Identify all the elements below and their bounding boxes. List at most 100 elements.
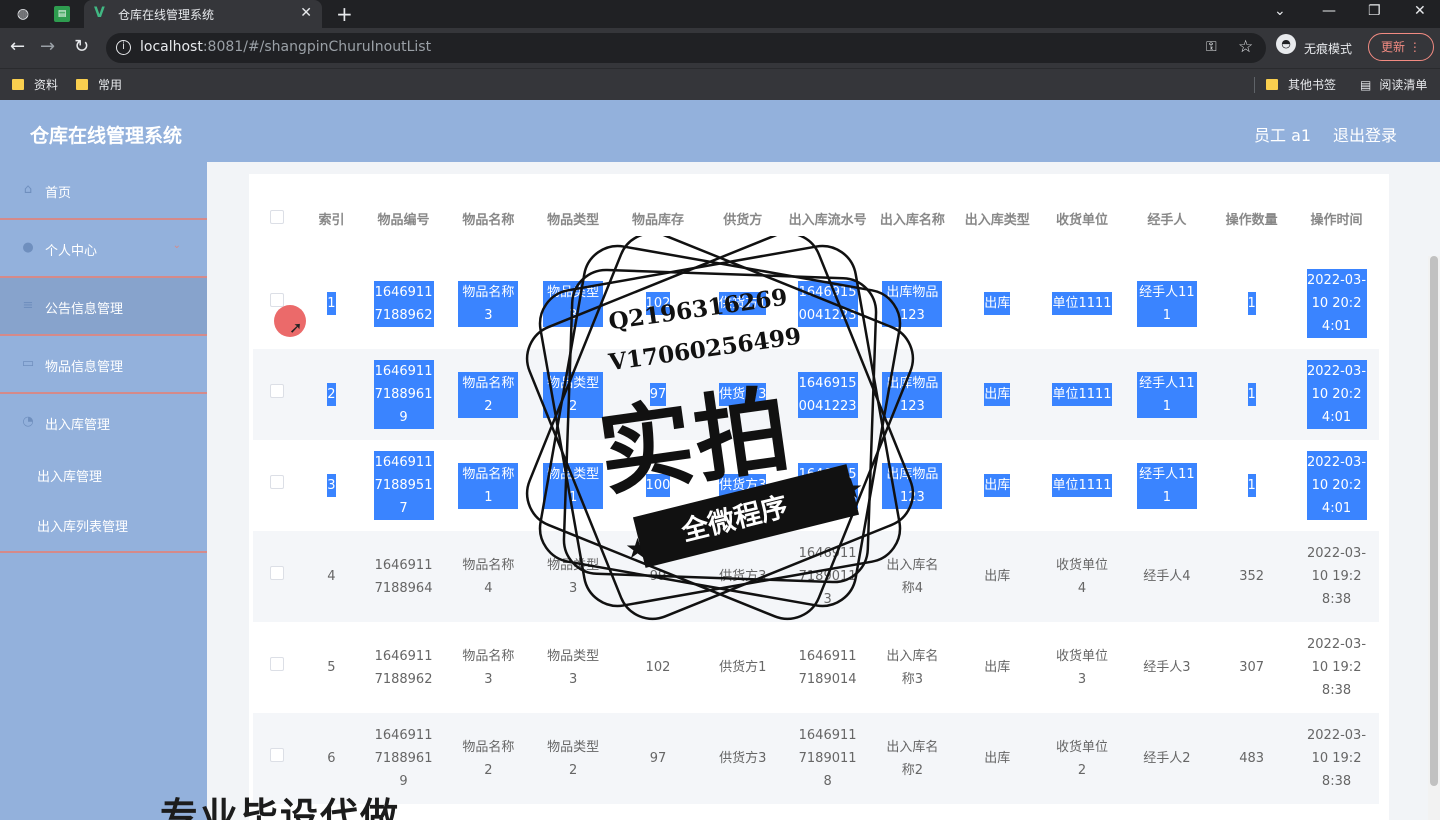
column-header[interactable]: 收货单位 bbox=[1040, 184, 1125, 258]
table-cell: 出库 bbox=[954, 622, 1040, 713]
select-all-checkbox[interactable] bbox=[270, 210, 285, 224]
update-button[interactable]: 更新 ⋮ bbox=[1368, 33, 1434, 61]
table-cell: 97 bbox=[615, 713, 701, 804]
current-user[interactable]: 员工 a1 bbox=[1254, 122, 1311, 146]
url-host: localhost bbox=[140, 39, 203, 55]
tab-title: 仓库在线管理系统 bbox=[118, 8, 215, 22]
cell-text: 1 bbox=[1247, 292, 1256, 315]
table-cell: 物品名称3 bbox=[445, 258, 531, 349]
table-cell: 收货单位2 bbox=[1039, 713, 1125, 804]
app-title: 仓库在线管理系统 bbox=[30, 125, 183, 147]
table-cell: 出入库名称3 bbox=[870, 622, 955, 713]
cell-text: 352 bbox=[1239, 569, 1265, 584]
sidebar-item-goods[interactable]: ▭ 物品信息管理 bbox=[0, 336, 207, 394]
sidebar-item-notice[interactable]: ≡ 公告信息管理 bbox=[0, 278, 207, 336]
table-cell: 出库 bbox=[954, 531, 1040, 622]
cell-text: 307 bbox=[1239, 660, 1265, 675]
url-path: :8081/#/shangpinChuruInoutList bbox=[202, 39, 432, 55]
sidebar-subitem-inout-manage[interactable]: 出入库管理 bbox=[0, 450, 207, 500]
table-cell: 2022-03-10 19:28:38 bbox=[1294, 713, 1379, 804]
column-header[interactable]: 经手人 bbox=[1124, 184, 1209, 258]
reading-list[interactable]: ▤ 阅读清单 bbox=[1360, 76, 1427, 93]
close-tab-icon[interactable]: ✕ bbox=[300, 5, 312, 21]
cell-text: 单位1111 bbox=[1052, 474, 1112, 497]
sidebar: ⌂ 首页 ● 个人中心 ⌄ ≡ 公告信息管理 ▭ 物品信息管理 ◔ 出入库管理 … bbox=[0, 162, 207, 820]
minimize-button[interactable]: — bbox=[1322, 3, 1336, 19]
table-cell: 收货单位3 bbox=[1039, 622, 1125, 713]
back-button[interactable]: ← bbox=[10, 37, 25, 57]
bookmark-ziliao[interactable]: 资料 bbox=[12, 76, 58, 93]
restore-button[interactable]: ❐ bbox=[1368, 3, 1381, 19]
column-header[interactable]: 物品名称 bbox=[446, 184, 531, 258]
sidebar-item-profile[interactable]: ● 个人中心 ⌄ bbox=[0, 220, 207, 278]
bookmark-label: 常用 bbox=[98, 78, 123, 92]
table-cell: 1 bbox=[1209, 440, 1295, 531]
cell-text: 97 bbox=[649, 751, 667, 766]
sidebar-item-home[interactable]: ⌂ 首页 bbox=[0, 162, 207, 220]
column-header[interactable]: 物品编号 bbox=[361, 184, 446, 258]
close-window-button[interactable]: ✕ bbox=[1414, 3, 1426, 19]
cell-text: 经手人2 bbox=[1143, 751, 1191, 766]
browser-tab[interactable]: V 仓库在线管理系统 ✕ bbox=[84, 0, 322, 28]
cell-text: 出库 bbox=[984, 383, 1011, 406]
incognito-icon[interactable]: ◓ bbox=[1276, 34, 1296, 54]
reading-list-icon: ▤ bbox=[1360, 78, 1372, 92]
row-select-cell bbox=[253, 622, 302, 713]
extension-icon[interactable]: ▤ bbox=[54, 6, 70, 22]
cell-text: 收货单位2 bbox=[1056, 739, 1109, 778]
cell-text: 出入库名称2 bbox=[886, 739, 939, 778]
sidebar-item-inout[interactable]: ◔ 出入库管理 bbox=[0, 394, 207, 452]
row-checkbox[interactable] bbox=[270, 293, 285, 307]
bookmark-star-icon[interactable]: ☆ bbox=[1238, 37, 1253, 57]
scrollbar-thumb[interactable] bbox=[1430, 256, 1438, 786]
folder-icon bbox=[1266, 79, 1278, 90]
column-header[interactable]: 索引 bbox=[302, 184, 361, 258]
sidebar-subitem-inout-list[interactable]: 出入库列表管理 bbox=[0, 500, 207, 553]
update-label: 更新 bbox=[1381, 40, 1406, 54]
scrollbar[interactable] bbox=[1428, 256, 1440, 820]
reload-button[interactable]: ↻ bbox=[74, 37, 89, 57]
table-cell: 352 bbox=[1209, 531, 1295, 622]
new-tab-button[interactable]: + bbox=[336, 2, 353, 26]
row-checkbox[interactable] bbox=[270, 566, 285, 580]
table-cell: 单位1111 bbox=[1039, 349, 1125, 440]
column-header[interactable]: 出入库类型 bbox=[955, 184, 1040, 258]
tab-search-icon[interactable]: ⌄ bbox=[1274, 3, 1286, 19]
row-checkbox[interactable] bbox=[270, 748, 285, 762]
cell-text: 16469117188961 9 bbox=[373, 360, 434, 429]
cell-text: 出库 bbox=[984, 474, 1011, 497]
cell-text: 2022-03-10 20:24:01 bbox=[1306, 360, 1367, 429]
table-cell: 483 bbox=[1209, 713, 1295, 804]
table-row[interactable]: 6 16469117188961 9 物品名称2 物品类型2 97 供货方3 1646911… bbox=[253, 713, 1379, 804]
url-text[interactable]: localhost:8081/#/shangpinChuruInoutList bbox=[140, 39, 431, 55]
forward-button[interactable]: → bbox=[40, 37, 55, 57]
cell-text: 经手人111 bbox=[1136, 371, 1197, 418]
column-header[interactable]: 操作数量 bbox=[1209, 184, 1294, 258]
row-checkbox[interactable] bbox=[270, 384, 285, 398]
row-checkbox[interactable] bbox=[270, 657, 285, 671]
table-cell: 1 bbox=[1209, 349, 1295, 440]
table-row[interactable]: 5 16469117188962 物品名称3 物品类型3 102 供货方1 16469117… bbox=[253, 622, 1379, 713]
globe-icon[interactable]: ◍ bbox=[14, 5, 32, 23]
table-cell: 出库 bbox=[954, 349, 1040, 440]
bookmark-changyong[interactable]: 常用 bbox=[76, 76, 122, 93]
bookmark-divider bbox=[1254, 77, 1255, 93]
table-cell: 3 bbox=[301, 440, 362, 531]
column-header[interactable]: 操作时间 bbox=[1294, 184, 1379, 258]
row-checkbox[interactable] bbox=[270, 475, 285, 489]
key-icon[interactable]: ⚿ bbox=[1206, 39, 1217, 55]
table-cell: 供货方1 bbox=[700, 622, 786, 713]
cell-text: 物品名称2 bbox=[462, 739, 515, 778]
logout-link[interactable]: 退出登录 bbox=[1333, 122, 1397, 146]
mouse-cursor-icon: ➚ bbox=[289, 318, 303, 337]
row-select-cell bbox=[253, 531, 302, 622]
bookmark-other[interactable]: 其他书签 bbox=[1266, 76, 1336, 93]
cell-text: 物品名称3 bbox=[458, 280, 519, 327]
table-cell: 出入库名称2 bbox=[870, 713, 955, 804]
table-cell: 2022-03-10 19:28:38 bbox=[1294, 531, 1379, 622]
site-info-icon[interactable]: i bbox=[116, 40, 131, 55]
omnibox[interactable]: i localhost:8081/#/shangpinChuruInoutLis… bbox=[106, 33, 1266, 63]
row-select-cell bbox=[253, 440, 302, 531]
table-cell: 1 bbox=[1209, 258, 1295, 349]
table-cell: 4 bbox=[301, 531, 362, 622]
